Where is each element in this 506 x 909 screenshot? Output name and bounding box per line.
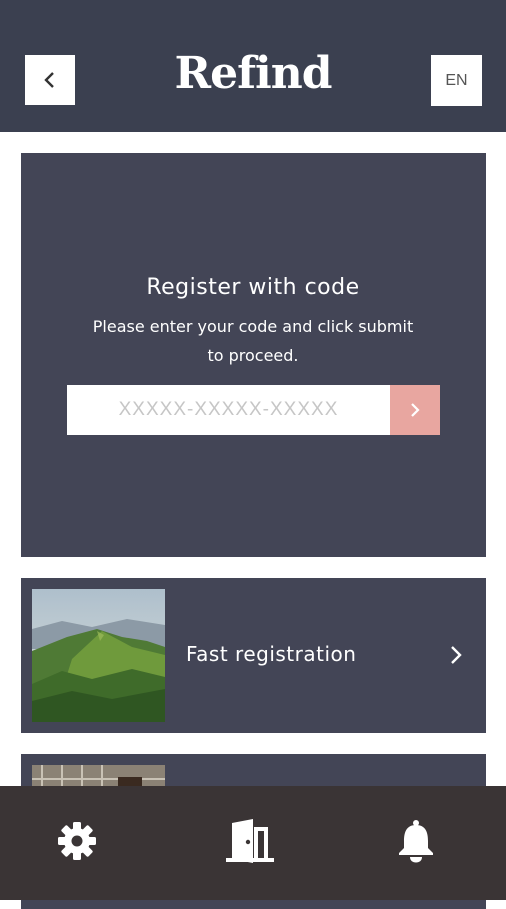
bottom-navigation — [0, 786, 506, 900]
chevron-right-icon — [451, 646, 462, 664]
mountain-landscape-image — [32, 589, 165, 722]
submit-code-button[interactable] — [390, 385, 440, 435]
top-app-bar: Refind EN — [0, 0, 506, 132]
settings-nav-button[interactable] — [42, 806, 112, 876]
code-input[interactable] — [67, 385, 390, 435]
register-description: Please enter your code and click submit … — [92, 317, 414, 365]
gear-icon — [58, 822, 96, 860]
language-button[interactable]: EN — [431, 55, 482, 106]
bell-icon — [399, 820, 433, 863]
fast-registration-label: Fast registration — [186, 642, 357, 666]
notifications-nav-button[interactable] — [381, 806, 451, 876]
fast-registration-card[interactable]: Fast registration — [21, 578, 486, 733]
register-title: Register with code — [146, 275, 360, 300]
chevron-right-icon — [411, 403, 420, 417]
logout-nav-button[interactable] — [212, 806, 282, 876]
door-icon — [226, 819, 274, 863]
